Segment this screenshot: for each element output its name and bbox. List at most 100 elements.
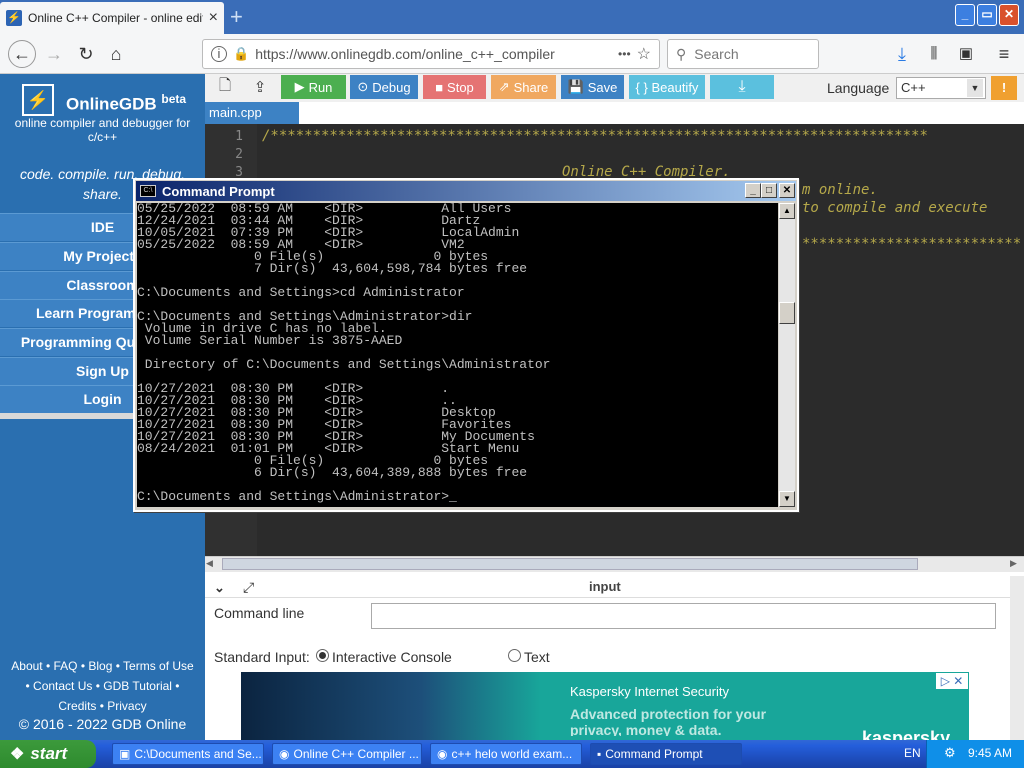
stop-button[interactable]: ■ Stop: [423, 75, 486, 99]
lock-warning-icon[interactable]: 🔒: [233, 46, 249, 62]
scroll-up-icon[interactable]: ▲: [779, 203, 795, 219]
footer-links-row1[interactable]: About • FAQ • Blog • Terms of Use: [0, 656, 205, 676]
option-text[interactable]: Text: [524, 649, 550, 665]
brand-beta-badge: beta: [161, 92, 187, 106]
option-interactive-console[interactable]: Interactive Console: [332, 649, 452, 665]
command-line-input[interactable]: [371, 603, 996, 629]
scroll-left-icon[interactable]: ◀: [206, 558, 213, 569]
language-value: C++: [901, 80, 926, 95]
code-line-4: m online.: [802, 182, 878, 198]
debug-icon: ⊙: [357, 79, 369, 94]
radio-interactive-console[interactable]: [316, 649, 329, 662]
windows-logo-icon: ❖: [10, 746, 25, 763]
info-icon[interactable]: i: [211, 46, 227, 62]
panel-vertical-scrollbar[interactable]: [1010, 576, 1024, 740]
close-window-button[interactable]: ✕: [999, 4, 1019, 26]
taskbar-item-firefox[interactable]: ◉ Online C++ Compiler ...: [272, 743, 422, 765]
minimize-button[interactable]: _: [955, 4, 975, 26]
share-button[interactable]: ⇗ Share: [491, 75, 556, 99]
line-number: 2: [235, 147, 243, 162]
cmd-folder-icon: ▣: [119, 747, 131, 761]
run-button[interactable]: ▶ Run: [281, 75, 346, 99]
input-panel-title: input: [589, 579, 621, 594]
brand-subtitle: online compiler and debugger for c/c++: [14, 116, 191, 144]
save-button[interactable]: 💾 Save: [561, 75, 624, 99]
cmd-window-icon: C:\: [140, 185, 156, 197]
share-label: Share: [513, 79, 549, 95]
upload-icon[interactable]: ⇪: [244, 75, 276, 99]
url-text: https://www.onlinegdb.com/online_c++_com…: [255, 46, 555, 62]
ad-text[interactable]: Advanced protection for your privacy, mo…: [570, 706, 800, 736]
firefox-icon: ◉: [279, 747, 290, 761]
cmd-scrollbar[interactable]: [779, 203, 795, 507]
scroll-right-icon[interactable]: ▶: [1010, 558, 1017, 569]
menu-hamburger-icon[interactable]: ≡: [992, 42, 1016, 66]
onlinegdb-logo-icon: ⚡: [22, 84, 54, 116]
cmd-maximize-button[interactable]: □: [761, 183, 777, 198]
footer-links-row2[interactable]: • Contact Us • GDB Tutorial •: [0, 676, 205, 696]
bookmark-star-icon[interactable]: ☆: [637, 44, 651, 64]
search-input[interactable]: ⚲ Search: [667, 39, 819, 69]
maximize-button[interactable]: ▭: [977, 4, 997, 26]
download-icon[interactable]: ⤓: [890, 42, 914, 66]
clock: 9:45 AM: [968, 746, 1013, 760]
reload-icon[interactable]: ↻: [74, 42, 98, 66]
language-indicator[interactable]: EN: [904, 746, 921, 760]
home-icon[interactable]: ⌂: [104, 42, 128, 66]
task-label: Command Prompt: [605, 747, 703, 761]
cmd-minimize-button[interactable]: _: [745, 183, 761, 198]
file-tab-main-cpp[interactable]: main.cpp: [205, 102, 299, 124]
ad-title[interactable]: Kaspersky Internet Security: [570, 684, 729, 699]
console-text: 05/25/2022 08:59 AM <DIR> All Users 12/2…: [137, 203, 551, 504]
footer-links-row3[interactable]: Credits • Privacy: [0, 696, 205, 716]
info-button-icon[interactable]: !: [991, 76, 1017, 100]
expand-arrows-icon[interactable]: ⤢: [243, 579, 254, 596]
tab-title: Online C++ Compiler - online edito: [28, 11, 203, 25]
debug-button[interactable]: ⊙ Debug: [350, 75, 418, 99]
scrollbar-thumb[interactable]: [222, 558, 918, 570]
adchoices-close-icon[interactable]: ▷ ✕: [936, 673, 968, 689]
scroll-down-icon[interactable]: ▼: [779, 491, 795, 507]
stop-icon: ■: [435, 79, 444, 95]
taskbar-item-command-prompt[interactable]: ▪ Command Prompt: [590, 743, 742, 765]
footer-links[interactable]: About • FAQ • Blog • Terms of Use • Cont…: [0, 656, 205, 716]
code-line-5: to compile and execute: [802, 200, 988, 216]
start-button[interactable]: ❖ start: [0, 740, 96, 768]
taskbar-item-browser[interactable]: ◉ c++ helo world exam...: [430, 743, 582, 765]
cmd-title: Command Prompt: [162, 183, 275, 199]
beautify-button[interactable]: { } Beautify: [629, 75, 705, 99]
sidebar-toggle-icon[interactable]: ▣: [954, 42, 978, 66]
ad-logo[interactable]: kaspersky: [862, 728, 950, 740]
ad-image[interactable]: [241, 672, 541, 740]
cmd-scrollbar-thumb[interactable]: [779, 302, 795, 324]
cmd-titlebar[interactable]: C:\ Command Prompt: [136, 181, 796, 201]
play-icon: ▶: [294, 79, 305, 94]
debug-label: Debug: [372, 79, 411, 95]
address-bar[interactable]: i 🔒 https://www.onlinegdb.com/online_c++…: [202, 39, 660, 69]
cmd-console-output[interactable]: 05/25/2022 08:59 AM <DIR> All Users 12/2…: [137, 203, 778, 507]
firefox-icon: ◉: [437, 747, 448, 761]
page-actions-icon[interactable]: •••: [618, 47, 631, 61]
new-tab-button[interactable]: +: [230, 4, 243, 30]
library-icon[interactable]: ⫼: [922, 42, 946, 66]
task-label: C:\Documents and Se...: [134, 747, 262, 761]
network-icon[interactable]: ⚙: [944, 745, 956, 761]
search-icon: ⚲: [676, 45, 687, 62]
taskbar-item-explorer[interactable]: ▣ C:\Documents and Se...: [112, 743, 264, 765]
radio-text[interactable]: [508, 649, 521, 662]
download-code-icon[interactable]: ⤓: [710, 75, 774, 99]
standard-input-label: Standard Input:: [214, 649, 310, 665]
brand-name[interactable]: OnlineGDB beta: [66, 92, 186, 115]
browser-tab[interactable]: ⚡ Online C++ Compiler - online edito ×: [0, 2, 224, 34]
start-label: start: [30, 744, 68, 763]
stop-label: Stop: [447, 79, 474, 95]
collapse-chevron-icon[interactable]: ⌄: [214, 580, 225, 596]
tab-close-icon[interactable]: ×: [209, 9, 218, 27]
line-number: 1: [235, 129, 243, 144]
back-arrow-icon[interactable]: ←: [8, 40, 36, 68]
forward-arrow-icon[interactable]: →: [42, 42, 66, 66]
save-disk-icon: 💾: [567, 79, 584, 94]
cmd-close-button[interactable]: ✕: [779, 183, 795, 198]
new-file-icon[interactable]: 🗋: [210, 75, 240, 99]
language-select[interactable]: C++ ▼: [896, 77, 986, 99]
